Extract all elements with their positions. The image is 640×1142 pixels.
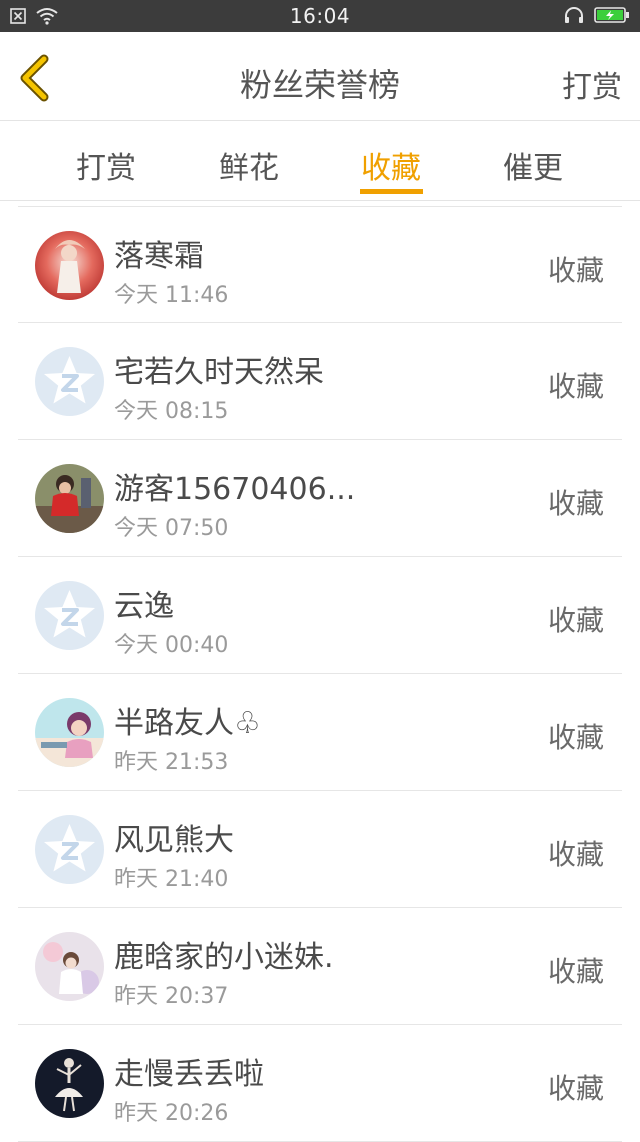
fan-time: 今天 00:40	[114, 633, 229, 658]
fan-action: 收藏	[547, 838, 604, 871]
fan-action: 收藏	[547, 1072, 604, 1105]
fan-name: 宅若久时天然呆	[114, 355, 324, 390]
status-bar: 16:04	[0, 0, 640, 32]
fan-action: 收藏	[547, 955, 604, 988]
fan-name: 鹿晗家的小迷妹.	[114, 940, 334, 975]
fan-name: 落寒霜	[114, 239, 204, 274]
active-tab-indicator	[360, 189, 423, 194]
fan-name: 半路友人♧	[114, 706, 261, 741]
fan-name: 风见熊大	[114, 823, 234, 858]
fan-name: 走慢丢丢啦	[114, 1057, 264, 1092]
fan-time: 昨天 21:40	[114, 867, 229, 892]
fan-time: 今天 08:15	[114, 399, 229, 424]
fan-action: 收藏	[547, 370, 604, 403]
list-item[interactable]: 鹿晗家的小迷妹. 昨天 20:37 收藏	[18, 908, 622, 1025]
avatar	[35, 581, 104, 650]
fans-list: 落寒霜 今天 11:46 收藏 宅若久时天然呆 今天 08:15 收藏 游客15…	[0, 206, 640, 1142]
fan-time: 昨天 20:37	[114, 984, 229, 1009]
list-item[interactable]: 落寒霜 今天 11:46 收藏	[18, 206, 622, 323]
fan-action: 收藏	[547, 604, 604, 637]
fan-time: 昨天 21:53	[114, 750, 229, 775]
avatar	[35, 347, 104, 416]
avatar	[35, 1049, 104, 1118]
default-avatar-icon	[35, 347, 104, 416]
tab-flowers[interactable]: 鲜花	[189, 143, 309, 187]
tab-favorites[interactable]: 收藏	[331, 143, 451, 187]
default-avatar-icon	[35, 815, 104, 884]
back-button[interactable]	[14, 54, 54, 102]
list-item[interactable]: 云逸 今天 00:40 收藏	[18, 557, 622, 674]
default-avatar-icon	[35, 581, 104, 650]
avatar	[35, 815, 104, 884]
tab-bar: 打赏 鲜花 收藏 催更	[0, 121, 640, 201]
tab-reward[interactable]: 打赏	[46, 143, 166, 187]
list-item[interactable]: 宅若久时天然呆 今天 08:15 收藏	[18, 323, 622, 440]
list-item[interactable]: 走慢丢丢啦 昨天 20:26 收藏	[18, 1025, 622, 1142]
list-item[interactable]: 半路友人♧ 昨天 21:53 收藏	[18, 674, 622, 791]
battery-charging-icon	[594, 7, 629, 23]
header: 粉丝荣誉榜 打赏	[0, 32, 640, 121]
avatar	[35, 932, 104, 1001]
fan-action: 收藏	[547, 487, 604, 520]
headphones-icon	[565, 7, 583, 23]
status-time: 16:04	[289, 4, 351, 28]
list-item[interactable]: 游客15670406... 今天 07:50 收藏	[18, 440, 622, 557]
fan-name: 云逸	[114, 589, 174, 624]
status-right-icons	[564, 6, 630, 24]
fan-time: 昨天 20:26	[114, 1101, 229, 1126]
fan-time: 今天 07:50	[114, 516, 229, 541]
fan-time: 今天 11:46	[114, 283, 229, 308]
avatar	[35, 231, 104, 300]
page-title: 粉丝荣誉榜	[239, 66, 400, 104]
list-item[interactable]: 风见熊大 昨天 21:40 收藏	[18, 791, 622, 908]
tab-urge-update[interactable]: 催更	[473, 143, 593, 187]
fan-action: 收藏	[547, 721, 604, 754]
reward-button[interactable]: 打赏	[562, 62, 622, 106]
avatar	[35, 464, 104, 533]
fan-name: 游客15670406...	[114, 472, 356, 507]
avatar	[35, 698, 104, 767]
fan-action: 收藏	[547, 254, 604, 287]
